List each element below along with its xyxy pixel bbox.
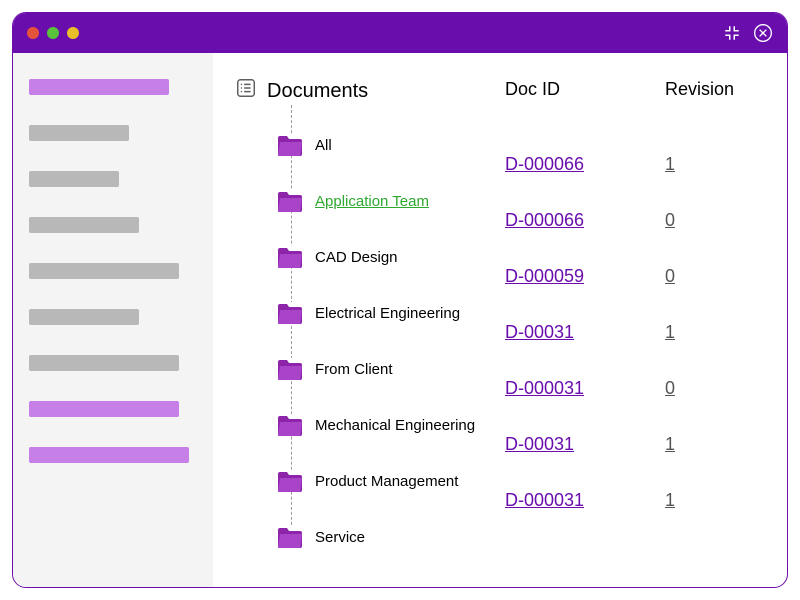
- sidebar-item[interactable]: [29, 125, 129, 141]
- docid-column: Doc ID D-000066D-000066D-000059D-00031D-…: [505, 77, 655, 565]
- docid-link[interactable]: D-000066: [505, 192, 655, 248]
- folder-icon: [277, 414, 303, 436]
- tree-item-label: Product Management: [315, 473, 458, 490]
- tree-item-label: All: [315, 137, 332, 154]
- docid-link[interactable]: D-000031: [505, 360, 655, 416]
- tree-item[interactable]: Service: [277, 509, 505, 565]
- tree-item-label: From Client: [315, 361, 393, 378]
- collapse-icon[interactable]: [723, 24, 741, 42]
- docid-link[interactable]: D-000059: [505, 248, 655, 304]
- tree-item-label: CAD Design: [315, 249, 398, 266]
- folder-icon: [277, 526, 303, 548]
- tree-item-label: Application Team: [315, 193, 429, 210]
- titlebar: [13, 13, 787, 53]
- revision-link[interactable]: 1: [665, 304, 757, 360]
- folder-icon: [277, 302, 303, 324]
- revision-link[interactable]: 0: [665, 248, 757, 304]
- tree-item[interactable]: From Client: [277, 341, 505, 397]
- folder-icon: [277, 358, 303, 380]
- tree-item[interactable]: Mechanical Engineering: [277, 397, 505, 453]
- zoom-dot-icon[interactable]: [67, 27, 79, 39]
- tree-item[interactable]: Product Management: [277, 453, 505, 509]
- docid-link[interactable]: D-00031: [505, 304, 655, 360]
- revision-column: Revision 1001011: [655, 77, 757, 565]
- app-window: Documents All Application Team CAD Design…: [12, 12, 788, 588]
- close-dot-icon[interactable]: [27, 27, 39, 39]
- tree-column: Documents All Application Team CAD Design…: [235, 77, 505, 565]
- revision-link[interactable]: 1: [665, 416, 757, 472]
- revision-link[interactable]: 1: [665, 136, 757, 192]
- revision-link[interactable]: 0: [665, 360, 757, 416]
- tree-item-label: Electrical Engineering: [315, 305, 460, 322]
- docid-header: Doc ID: [505, 77, 655, 100]
- folder-icon: [277, 246, 303, 268]
- tree-item[interactable]: Electrical Engineering: [277, 285, 505, 341]
- sidebar-item[interactable]: [29, 447, 189, 463]
- sidebar-item[interactable]: [29, 263, 179, 279]
- sidebar: [13, 53, 213, 587]
- main-panel: Documents All Application Team CAD Design…: [213, 53, 787, 587]
- folder-icon: [277, 470, 303, 492]
- sidebar-item[interactable]: [29, 309, 139, 325]
- tree-item[interactable]: All: [277, 117, 505, 173]
- sidebar-item[interactable]: [29, 355, 179, 371]
- sidebar-item[interactable]: [29, 79, 169, 95]
- close-icon[interactable]: [753, 23, 773, 43]
- minimize-dot-icon[interactable]: [47, 27, 59, 39]
- docid-link[interactable]: D-000066: [505, 136, 655, 192]
- folder-icon: [277, 134, 303, 156]
- tree-item-label: Service: [315, 529, 365, 546]
- tree-item-label: Mechanical Engineering: [315, 417, 475, 434]
- docid-link[interactable]: D-00031: [505, 416, 655, 472]
- list-icon: [235, 77, 257, 105]
- sidebar-item[interactable]: [29, 401, 179, 417]
- sidebar-item[interactable]: [29, 171, 119, 187]
- tree-title: Documents: [267, 80, 368, 103]
- window-controls: [27, 27, 79, 39]
- sidebar-item[interactable]: [29, 217, 139, 233]
- revision-header: Revision: [665, 77, 757, 100]
- revision-link[interactable]: 0: [665, 192, 757, 248]
- revision-link[interactable]: 1: [665, 472, 757, 528]
- tree-item[interactable]: Application Team: [277, 173, 505, 229]
- docid-link[interactable]: D-000031: [505, 472, 655, 528]
- tree-item[interactable]: CAD Design: [277, 229, 505, 285]
- folder-icon: [277, 190, 303, 212]
